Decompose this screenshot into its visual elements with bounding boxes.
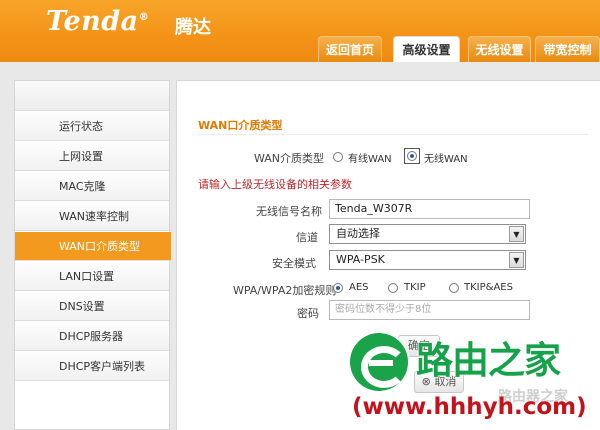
encryption-label: WPA/WPA2加密规则 <box>233 284 337 297</box>
channel-select[interactable]: 自动选择 ▼ <box>329 224 526 244</box>
tenda-logo: Tenda® <box>46 6 150 37</box>
radio-aes[interactable] <box>333 283 343 293</box>
radio-tkip[interactable] <box>388 283 398 293</box>
sidebar-item-dns[interactable]: DNS设置 <box>15 292 169 321</box>
section-title: WAN口介质类型 <box>198 119 283 132</box>
ssid-input[interactable]: Tenda_W307R <box>329 199 530 219</box>
sidebar-item-lan[interactable]: LAN口设置 <box>15 262 169 291</box>
watermark-cn-text: 路由之家 <box>416 339 561 382</box>
sidebar-item-dhcp-server[interactable]: DHCP服务器 <box>15 322 169 351</box>
security-select[interactable]: WPA-PSK ▼ <box>329 250 526 270</box>
sidebar-item-wan-media[interactable]: WAN口介质类型 <box>15 232 171 261</box>
tab-wireless[interactable]: 无线设置 <box>468 36 531 62</box>
top-tabs: 返回首页 高级设置 无线设置 带宽控制 <box>318 36 600 62</box>
security-label: 安全模式 <box>272 257 316 270</box>
watermark-logo-icon <box>350 333 408 391</box>
radio-wired-wan[interactable] <box>333 152 343 162</box>
sidebar-item-internet[interactable]: 上网设置 <box>15 142 169 171</box>
sidebar-item-mac-clone[interactable]: MAC克隆 <box>15 172 169 201</box>
wan-type-label: WAN介质类型 <box>254 152 325 165</box>
password-input[interactable]: 密码位数不得少于8位 <box>329 300 530 320</box>
watermark-url: (www.hhhyh.com) <box>352 394 587 420</box>
chevron-down-icon[interactable]: ▼ <box>509 252 524 268</box>
security-select-value: WPA-PSK <box>336 253 385 266</box>
header-bar: Tenda® 腾达 返回首页 高级设置 无线设置 带宽控制 <box>0 0 600 62</box>
chevron-down-icon[interactable]: ▼ <box>509 226 524 242</box>
tab-bandwidth[interactable]: 带宽控制 <box>535 36 600 62</box>
radio-wireless-wan-label: 无线WAN <box>424 154 468 165</box>
ssid-label: 无线信号名称 <box>256 205 322 218</box>
radio-tkip-label: TKIP <box>404 282 426 293</box>
tab-home[interactable]: 返回首页 <box>318 36 382 62</box>
sidebar-item-status[interactable]: 运行状态 <box>15 112 169 141</box>
sidebar-header <box>15 81 169 111</box>
tab-advanced[interactable]: 高级设置 <box>393 36 460 62</box>
radio-wireless-wan[interactable] <box>407 151 417 161</box>
logo-cn-text: 腾达 <box>175 17 211 38</box>
radio-aes-label: AES <box>349 282 369 293</box>
radio-tkip-aes-label: TKIP&AES <box>464 282 513 293</box>
password-label: 密码 <box>297 307 319 320</box>
sidebar-item-dhcp-clients[interactable]: DHCP客户端列表 <box>15 352 169 381</box>
channel-label: 信道 <box>296 231 318 244</box>
sidebar-item-wan-speed[interactable]: WAN速率控制 <box>15 202 169 231</box>
hint-text: 请输入上级无线设备的相关参数 <box>198 178 352 191</box>
channel-select-value: 自动选择 <box>336 227 380 240</box>
sidebar: 运行状态 上网设置 MAC克隆 WAN速率控制 WAN口介质类型 LAN口设置 … <box>14 80 171 430</box>
radio-tkip-aes[interactable] <box>449 283 459 293</box>
section-divider <box>198 134 588 135</box>
radio-wired-wan-label: 有线WAN <box>348 154 392 165</box>
